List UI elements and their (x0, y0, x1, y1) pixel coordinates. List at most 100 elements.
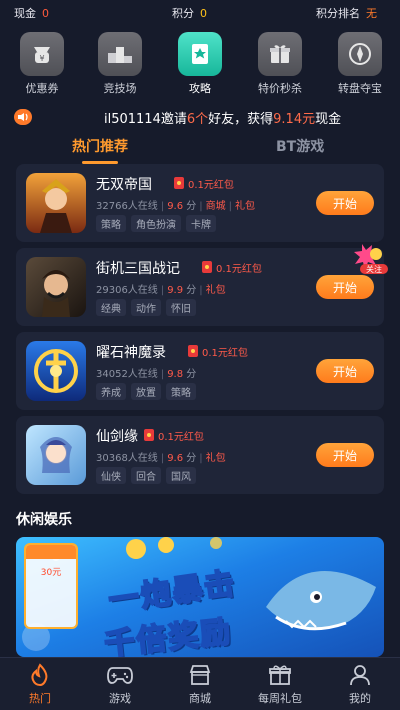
start-button[interactable]: 开始 (316, 359, 374, 383)
game-score: 9.6 (167, 201, 184, 212)
game-meta: 29306人在线 | 9.9 分 | 礼包 (96, 285, 226, 296)
bottom-nav: 热门 游戏 商城 每周礼包 我的 (0, 657, 400, 710)
score-unit: 分 (186, 453, 197, 464)
rank-value: 无 (366, 7, 377, 20)
points-stat[interactable]: 积分 0 (172, 5, 207, 21)
tag: 怀旧 (166, 299, 196, 316)
coupon-icon: ¥ (20, 32, 64, 76)
nav-games[interactable]: 游戏 (80, 662, 160, 706)
tag: 动作 (131, 299, 161, 316)
shortcut-label: 转盘夺宝 (338, 82, 382, 95)
store-icon (160, 662, 240, 688)
cash-label: 现金 (14, 7, 36, 20)
tag: 仙侠 (96, 467, 126, 484)
start-button[interactable]: 开始 (316, 275, 374, 299)
red-envelope-icon (202, 261, 212, 273)
coupon-amount: 30元 (40, 568, 62, 578)
red-envelope-icon (174, 177, 184, 189)
game-card[interactable]: 街机三国战记 0.1元红包 29306人在线 | 9.9 分 | 礼包 经典 动作 怀旧… (16, 248, 384, 326)
shortcut-wheel[interactable]: 转盘夺宝 (328, 32, 392, 96)
online-count: 30368人在线 (96, 453, 158, 464)
ticker-text: il501114邀请6个好友，获得9.14元现金 (104, 108, 341, 127)
game-name: 曜石神魔录 (96, 345, 166, 361)
cash-stat[interactable]: 现金 0 (14, 5, 49, 21)
game-score: 9.6 (167, 453, 184, 464)
tag: 国风 (166, 467, 196, 484)
online-count: 29306人在线 (96, 285, 158, 296)
shortcut-label: 特价秒杀 (258, 82, 302, 95)
float-badge-label: 关注 (366, 265, 382, 274)
tag: 角色扮演 (131, 215, 181, 232)
red-envelope-icon (188, 345, 198, 357)
start-button[interactable]: 开始 (316, 443, 374, 467)
game-thumbnail (26, 173, 86, 233)
tag-list: 策略 角色扮演 卡牌 (96, 215, 221, 232)
ticker-user: il501114邀请 (104, 112, 187, 127)
points-label: 积分 (172, 7, 194, 20)
tab-bt-games[interactable]: BT游戏 (276, 136, 324, 156)
game-name: 无双帝国 (96, 177, 152, 193)
floating-gift-badge[interactable]: 关注 (352, 240, 396, 276)
red-envelope-icon (144, 429, 154, 441)
svg-text:¥: ¥ (39, 54, 44, 63)
section-title: 休闲娱乐 (16, 512, 72, 528)
nav-hot[interactable]: 热门 (0, 662, 80, 706)
nav-weekly-gift[interactable]: 每周礼包 (240, 662, 320, 706)
rank-label: 积分排名 (316, 7, 360, 20)
shortcut-guide[interactable]: 攻略 (168, 32, 232, 96)
game-meta: 30368人在线 | 9.6 分 | 礼包 (96, 453, 226, 464)
gamepad-icon (80, 662, 160, 688)
game-thumbnail (26, 257, 86, 317)
game-name: 仙剑缘 (96, 429, 138, 445)
game-card[interactable]: 曜石神魔录 0.1元红包 34052人在线 | 9.8 分 养成 放置 策略 开始 (16, 332, 384, 410)
redpack-badge: 0.1元红包 (202, 260, 262, 275)
guide-book-icon (178, 32, 222, 76)
tag-list: 经典 动作 怀旧 (96, 299, 201, 316)
mall-label: 商城 (205, 201, 226, 212)
rank-stat[interactable]: 积分排名无 (316, 5, 377, 21)
user-icon (320, 662, 400, 688)
game-meta: 34052人在线 | 9.8 分 (96, 369, 197, 380)
game-score: 9.9 (167, 285, 184, 296)
tag-list: 养成 放置 策略 (96, 383, 201, 400)
gift-box-icon (258, 32, 302, 76)
start-button[interactable]: 开始 (316, 191, 374, 215)
shortcut-coupon[interactable]: ¥ 优惠券 (10, 32, 74, 96)
gift-label: 礼包 (205, 453, 226, 464)
tab-hot[interactable]: 热门推荐 (72, 136, 128, 156)
online-count: 34052人在线 (96, 369, 158, 380)
nav-mine[interactable]: 我的 (320, 662, 400, 706)
tag: 放置 (131, 383, 161, 400)
promo-banner[interactable]: 30元 一炮暴击 千倍奖励 (16, 537, 384, 657)
tag: 经典 (96, 299, 126, 316)
redpack-label: 0.1元红包 (158, 431, 204, 443)
tag: 回合 (131, 467, 161, 484)
ticker-mid: 好友，获得 (208, 112, 274, 127)
redpack-badge: 0.1元红包 (144, 428, 204, 443)
nav-label: 热门 (29, 692, 51, 705)
game-name: 街机三国战记 (96, 261, 180, 277)
nav-store[interactable]: 商城 (160, 662, 240, 706)
coupon-header (26, 545, 76, 559)
speaker-icon (14, 109, 32, 125)
ticker-count: 6个 (186, 112, 209, 127)
redpack-badge: 0.1元红包 (188, 344, 248, 359)
game-card[interactable]: 无双帝国 0.1元红包 32766人在线 | 9.6 分 | 商城 | 礼包 策略 角色扮演… (16, 164, 384, 242)
nav-label: 每周礼包 (258, 692, 302, 705)
gift-label: 礼包 (235, 201, 256, 212)
ticker-amount: 9.14元 (273, 112, 316, 127)
tag: 养成 (96, 383, 126, 400)
score-unit: 分 (186, 201, 197, 212)
tag: 策略 (166, 383, 196, 400)
shortcut-arena[interactable]: 竞技场 (88, 32, 152, 96)
game-meta: 32766人在线 | 9.6 分 | 商城 | 礼包 (96, 201, 256, 212)
shortcut-flash-sale[interactable]: 特价秒杀 (248, 32, 312, 96)
score-unit: 分 (186, 369, 197, 380)
redpack-label: 0.1元红包 (216, 263, 262, 275)
game-thumbnail (26, 425, 86, 485)
cash-value: 0 (42, 7, 49, 20)
game-card[interactable]: 仙剑缘 0.1元红包 30368人在线 | 9.6 分 | 礼包 仙侠 回合 国风 开始 (16, 416, 384, 494)
online-count: 32766人在线 (96, 201, 158, 212)
score-unit: 分 (186, 285, 197, 296)
stats-bar: 现金 0 积分 0 积分排名无 (0, 0, 400, 24)
